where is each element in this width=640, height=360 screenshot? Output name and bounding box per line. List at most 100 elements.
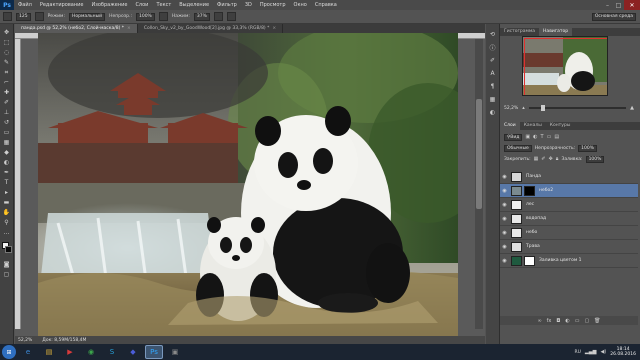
blur-tool-icon[interactable]: ◆	[2, 148, 12, 157]
menu-3d[interactable]: 3D	[241, 2, 256, 8]
close-tab-icon[interactable]: ×	[127, 26, 131, 31]
minimize-button[interactable]: –	[602, 0, 613, 10]
pressure-size-icon[interactable]	[226, 12, 236, 21]
blend-mode-select[interactable]: Обычные	[504, 144, 532, 152]
visibility-eye-icon[interactable]: ◉	[500, 174, 509, 180]
workspace-select[interactable]: Основная среда	[591, 12, 636, 21]
zoom-slider-knob[interactable]	[540, 105, 545, 111]
zoom-out-icon[interactable]: ▴	[522, 105, 525, 111]
move-tool-icon[interactable]: ✥	[2, 28, 12, 37]
background-color-swatch[interactable]	[5, 246, 12, 253]
maximize-button[interactable]: □	[613, 0, 624, 10]
path-select-icon[interactable]: ▸	[2, 188, 12, 197]
document-size[interactable]: Док: 8,59M/158,4M	[42, 338, 86, 343]
menu-window[interactable]: Окно	[290, 2, 311, 8]
layer-name[interactable]: водопад	[526, 216, 546, 221]
menu-image[interactable]: Изображение	[87, 2, 131, 8]
tab-navigator[interactable]: Навигатор	[539, 28, 573, 36]
taskbar-app[interactable]: e	[19, 345, 37, 359]
pressure-opacity-icon[interactable]	[158, 12, 168, 21]
menu-layers[interactable]: Слои	[131, 2, 152, 8]
layer-opacity-field[interactable]: 100%	[578, 144, 598, 152]
stamp-tool-icon[interactable]: ⊥	[2, 108, 12, 117]
volume-icon[interactable]: ◀)	[600, 349, 606, 355]
doc-tab-second[interactable]: Collon_Sky_v2_by_GoodWood[2].jpg @ 33,3%…	[138, 24, 284, 33]
layer-name[interactable]: Трава	[526, 244, 540, 249]
shape-tool-icon[interactable]: ▬	[2, 198, 12, 207]
dodge-tool-icon[interactable]: ◐	[2, 158, 12, 167]
pen-tool-icon[interactable]: ✒	[2, 168, 12, 177]
layer-row[interactable]: ◉ водопад	[500, 212, 638, 226]
eyedropper-tool-icon[interactable]: ⌐	[2, 78, 12, 87]
taskbar-app[interactable]: Ps	[145, 345, 163, 359]
filter-smart-icon[interactable]: ▤	[554, 134, 559, 140]
menu-select[interactable]: Выделение	[175, 2, 213, 8]
visibility-eye-icon[interactable]: ◉	[500, 202, 509, 208]
visibility-eye-icon[interactable]: ◉	[500, 230, 509, 236]
vertical-scrollbar[interactable]	[475, 39, 483, 329]
taskbar-app[interactable]: ◉	[82, 345, 100, 359]
layer-mask-thumbnail[interactable]	[524, 185, 535, 196]
language-indicator[interactable]: RU	[574, 350, 580, 355]
layer-name[interactable]: небо	[526, 230, 537, 235]
swatches-panel-icon[interactable]: ▦	[488, 95, 497, 103]
brush-size-field[interactable]: 125	[16, 12, 31, 21]
layer-row[interactable]: ◉ Трава	[500, 240, 638, 254]
opacity-field[interactable]: 100%	[135, 12, 155, 21]
vertical-ruler[interactable]	[15, 39, 21, 329]
zoom-readout[interactable]: 52,2%	[18, 338, 32, 343]
menu-type[interactable]: Текст	[152, 2, 175, 8]
filter-adjust-icon[interactable]: ◐	[533, 134, 537, 140]
healing-tool-icon[interactable]: ✚	[2, 88, 12, 97]
visibility-eye-icon[interactable]: ◉	[500, 258, 509, 264]
history-panel-icon[interactable]: ⟲	[488, 30, 497, 38]
network-icon[interactable]: ▂▄▆	[585, 349, 597, 355]
gradient-tool-icon[interactable]: ▦	[2, 138, 12, 147]
menu-file[interactable]: Файл	[14, 2, 36, 8]
taskbar-app[interactable]: ◆	[124, 345, 142, 359]
flow-field[interactable]: 37%	[193, 12, 210, 21]
layer-name[interactable]: небо2	[539, 188, 553, 193]
brush-panel-icon[interactable]	[34, 12, 44, 21]
navigator-view-frame[interactable]	[524, 38, 607, 95]
adjustments-panel-icon[interactable]: ◐	[488, 108, 497, 116]
layer-name[interactable]: Заливка цветом 1	[539, 258, 582, 263]
menu-filter[interactable]: Фильтр	[213, 2, 241, 8]
taskbar-app[interactable]: S	[103, 345, 121, 359]
close-tab-icon[interactable]: ×	[272, 26, 276, 31]
zoom-tool-icon[interactable]: ⚲	[2, 218, 12, 227]
lock-position-icon[interactable]: ✥	[549, 156, 553, 162]
lock-all-icon[interactable]: 🔒︎	[556, 156, 559, 162]
crop-tool-icon[interactable]: ⌗	[2, 68, 12, 77]
photoshop-logo[interactable]: Ps	[0, 0, 14, 10]
layer-name[interactable]: лес	[526, 202, 534, 207]
visibility-eye-icon[interactable]: ◉	[500, 188, 509, 194]
adjustment-layer-icon[interactable]: ◐	[565, 318, 569, 324]
clock[interactable]: 18:14 26.08.2016	[610, 347, 636, 357]
paragraph-panel-icon[interactable]: ¶	[488, 82, 497, 90]
menu-edit[interactable]: Редактирование	[36, 2, 88, 8]
hand-tool-icon[interactable]: ✋	[2, 208, 12, 217]
quick-mask-icon[interactable]: ◙	[2, 260, 12, 269]
quick-select-tool-icon[interactable]: ✎	[2, 58, 12, 67]
add-mask-icon[interactable]: ◘	[556, 318, 560, 324]
airbrush-icon[interactable]	[213, 12, 223, 21]
taskbar-app[interactable]: ▣	[166, 345, 184, 359]
image-canvas[interactable]	[38, 33, 458, 336]
character-panel-icon[interactable]: A	[488, 69, 497, 77]
zoom-in-icon[interactable]: ▲	[630, 105, 634, 111]
visibility-eye-icon[interactable]: ◉	[500, 244, 509, 250]
filter-type-icon[interactable]: T	[541, 134, 544, 140]
layer-name[interactable]: Панда	[526, 174, 541, 179]
scrollbar-thumb[interactable]	[476, 99, 482, 209]
new-layer-icon[interactable]: ▢	[584, 318, 589, 324]
lock-paint-icon[interactable]: ✐	[541, 156, 545, 162]
filter-pixel-icon[interactable]: ▣	[525, 134, 530, 140]
navigator-zoom-value[interactable]: 52,2%	[504, 106, 518, 111]
start-button[interactable]: ⊞	[2, 345, 16, 359]
layer-filter-select[interactable]: ⚲ Вид	[504, 133, 523, 141]
link-layers-icon[interactable]: ∞	[537, 318, 541, 324]
navigator-preview[interactable]	[522, 36, 608, 96]
tab-histogram[interactable]: Гистограмма	[500, 28, 539, 36]
zoom-slider[interactable]	[528, 105, 627, 111]
